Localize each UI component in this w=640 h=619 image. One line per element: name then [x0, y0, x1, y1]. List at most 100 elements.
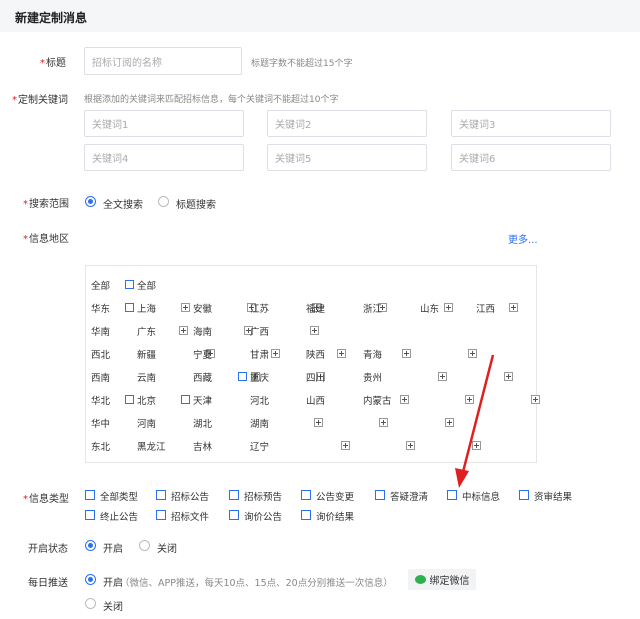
region-expand-icon[interactable]	[337, 349, 346, 358]
region-item-label[interactable]: 江西	[476, 301, 495, 315]
region-expand-icon[interactable]	[341, 441, 350, 450]
search-title-radio[interactable]	[158, 196, 169, 207]
region-expand-icon[interactable]	[400, 395, 409, 404]
info-type-label: 资审结果	[534, 492, 573, 503]
region-checkbox[interactable]	[238, 372, 247, 381]
region-item-label[interactable]: 湖南	[250, 416, 269, 430]
info-type-label: 询价公告	[244, 512, 283, 523]
region-expand-icon[interactable]	[444, 303, 453, 312]
region-expand-icon[interactable]	[472, 441, 481, 450]
region-item-label[interactable]: 云南	[137, 370, 156, 384]
region-expand-icon[interactable]	[465, 395, 474, 404]
title-input[interactable]: 招标订阅的名称	[84, 47, 242, 75]
info-type-checkbox[interactable]	[301, 490, 311, 500]
region-expand-icon[interactable]	[310, 326, 319, 335]
region-item-label[interactable]: 四川	[306, 370, 325, 384]
region-item-label[interactable]: 青海	[363, 347, 382, 361]
region-item-label[interactable]: 内蒙古	[363, 393, 392, 407]
push-off-radio[interactable]	[85, 598, 96, 609]
region-item-label[interactable]: 河北	[250, 393, 269, 407]
region-group-label: 东北	[91, 442, 111, 453]
keyword-input-5[interactable]: 关键词5	[267, 144, 427, 171]
wechat-icon	[414, 575, 426, 584]
region-item-label[interactable]: 宁夏	[193, 347, 212, 361]
info-type-checkbox[interactable]	[519, 490, 529, 500]
region-group-label: 华东	[91, 304, 111, 315]
region-item-label[interactable]: 重庆	[250, 370, 269, 384]
region-item-label[interactable]: 新疆	[137, 347, 156, 361]
region-checkbox[interactable]	[181, 395, 190, 404]
info-type-checkbox[interactable]	[229, 490, 239, 500]
info-type-checkbox[interactable]	[301, 510, 311, 520]
region-checkbox[interactable]	[125, 280, 134, 289]
status-off-radio[interactable]	[139, 540, 150, 551]
info-type-checkbox[interactable]	[229, 510, 239, 520]
region-expand-icon[interactable]	[468, 349, 477, 358]
info-type-label: 招标公告	[171, 492, 210, 503]
region-checkbox[interactable]	[125, 395, 134, 404]
region-item-label[interactable]: 辽宁	[250, 439, 269, 453]
region-item-label[interactable]: 福建	[306, 301, 325, 315]
push-on-radio[interactable]	[85, 574, 96, 585]
region-group-label: 华北	[91, 396, 111, 407]
region-expand-icon[interactable]	[179, 326, 188, 335]
bind-wechat-button[interactable]: 绑定微信	[408, 569, 476, 590]
search-scope-label: *搜索范围	[23, 199, 69, 210]
info-type-checkbox[interactable]	[156, 510, 166, 520]
region-item-label[interactable]: 广西	[250, 324, 269, 338]
region-item-label[interactable]: 安徽	[193, 301, 212, 315]
info-type-checkbox[interactable]	[156, 490, 166, 500]
region-group-label: 华南	[91, 327, 111, 338]
region-item-label[interactable]: 甘肃	[250, 347, 269, 361]
region-expand-icon[interactable]	[271, 349, 280, 358]
region-expand-icon[interactable]	[314, 418, 323, 427]
info-type-checkbox[interactable]	[85, 490, 95, 500]
status-on-radio[interactable]	[85, 540, 96, 551]
region-expand-icon[interactable]	[509, 303, 518, 312]
region-item-label[interactable]: 广东	[137, 324, 156, 338]
region-item-label[interactable]: 陕西	[306, 347, 325, 361]
push-note: （微信、APP推送，每天10点、15点、20点分别推送一次信息）	[120, 578, 393, 589]
region-item-label[interactable]: 全部	[137, 278, 156, 292]
region-checkbox[interactable]	[125, 303, 134, 312]
region-item-label[interactable]: 北京	[137, 393, 156, 407]
info-type-label: 公告变更	[316, 492, 355, 503]
region-item-label[interactable]: 吉林	[193, 439, 212, 453]
keyword-input-2[interactable]: 关键词2	[267, 110, 427, 137]
region-expand-icon[interactable]	[181, 303, 190, 312]
region-item-label[interactable]: 江苏	[250, 301, 269, 315]
region-item-label[interactable]: 西藏	[193, 370, 212, 384]
region-group-label: 全部	[91, 281, 111, 292]
region-expand-icon[interactable]	[531, 395, 540, 404]
region-expand-icon[interactable]	[445, 418, 454, 427]
region-item-label[interactable]: 湖北	[193, 416, 212, 430]
region-item-label[interactable]: 山西	[306, 393, 325, 407]
region-item-label[interactable]: 浙江	[363, 301, 382, 315]
region-expand-icon[interactable]	[379, 418, 388, 427]
region-expand-icon[interactable]	[438, 372, 447, 381]
page-header	[0, 0, 640, 32]
keyword-input-4[interactable]: 关键词4	[84, 144, 244, 171]
info-type-label: 终止公告	[100, 512, 139, 523]
region-expand-icon[interactable]	[504, 372, 513, 381]
info-type-checkbox[interactable]	[375, 490, 385, 500]
keyword-input-1[interactable]: 关键词1	[84, 110, 244, 137]
keyword-input-6[interactable]: 关键词6	[451, 144, 611, 171]
search-fulltext-label: 全文搜索	[103, 200, 143, 211]
region-item-label[interactable]: 海南	[193, 324, 212, 338]
region-more-link[interactable]: 更多...	[508, 231, 538, 246]
region-item-label[interactable]: 山东	[420, 301, 439, 315]
region-item-label[interactable]: 上海	[137, 301, 156, 315]
region-item-label[interactable]: 天津	[193, 393, 212, 407]
search-fulltext-radio[interactable]	[85, 196, 96, 207]
region-expand-icon[interactable]	[402, 349, 411, 358]
page-title: 新建定制消息	[15, 11, 88, 25]
region-item-label[interactable]: 贵州	[363, 370, 382, 384]
info-type-checkbox[interactable]	[447, 490, 457, 500]
info-type-checkbox[interactable]	[85, 510, 95, 520]
region-item-label[interactable]: 黑龙江	[137, 439, 166, 453]
region-expand-icon[interactable]	[406, 441, 415, 450]
region-group-label: 西北	[91, 350, 111, 361]
keyword-input-3[interactable]: 关键词3	[451, 110, 611, 137]
region-item-label[interactable]: 河南	[137, 416, 156, 430]
